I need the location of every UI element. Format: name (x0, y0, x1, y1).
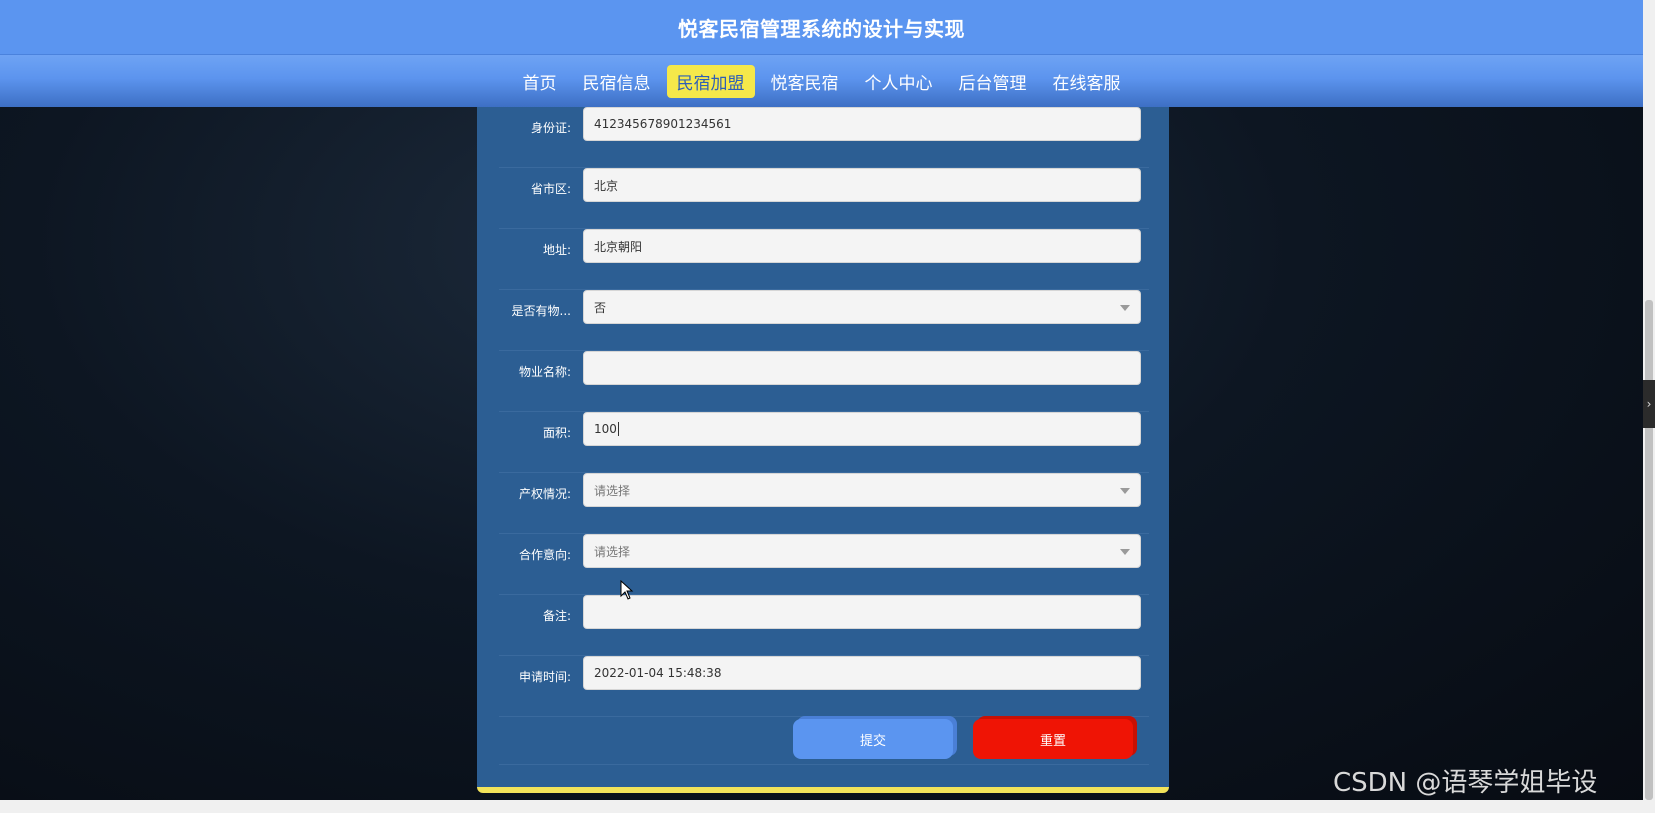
form-row-apply-time: 申请时间: 2022-01-04 15:48:38 (499, 656, 1149, 717)
nav-item-homestay-join[interactable]: 民宿加盟 (666, 64, 755, 98)
main-nav: 首页 民宿信息 民宿加盟 悦客民宿 个人中心 后台管理 在线客服 (0, 55, 1643, 107)
form-row-address: 地址: 北京朝阳 (499, 229, 1149, 290)
id-card-input[interactable]: 412345678901234561 (583, 107, 1141, 141)
area-input[interactable]: 100 (583, 412, 1141, 446)
apply-time-label: 申请时间: (518, 669, 571, 684)
address-input[interactable]: 北京朝阳 (583, 229, 1141, 263)
divider (499, 764, 1149, 765)
remarks-label: 备注: (542, 608, 571, 623)
mouse-pointer-icon (620, 580, 634, 600)
side-panel-toggle[interactable]: › (1643, 380, 1655, 428)
cooperation-intent-label: 合作意向: (518, 547, 571, 562)
area-value: 100 (594, 422, 617, 436)
site-header: 悦客民宿管理系统的设计与实现 (0, 0, 1643, 55)
form-row-id-card: 身份证: 412345678901234561 (499, 107, 1149, 168)
form-row-cooperation-intent: 合作意向: 请选择 (499, 534, 1149, 595)
has-property-label: 是否有物... (511, 303, 571, 318)
nav-item-online-service[interactable]: 在线客服 (1043, 65, 1131, 98)
text-cursor (617, 422, 619, 436)
cooperation-intent-placeholder: 请选择 (594, 544, 631, 559)
address-label: 地址: (542, 242, 571, 257)
property-name-label: 物业名称: (518, 364, 571, 379)
scrollbar-thumb[interactable] (1645, 300, 1653, 800)
has-property-select[interactable]: 否 (583, 290, 1141, 324)
nav-item-admin[interactable]: 后台管理 (949, 65, 1037, 98)
join-form-panel: 身份证: 412345678901234561 省市区: 北京 地址: 北京朝阳… (477, 107, 1169, 793)
nav-item-yueke-homestay[interactable]: 悦客民宿 (761, 65, 849, 98)
chevron-down-icon (1120, 488, 1130, 494)
horizontal-scrollbar[interactable] (0, 800, 1655, 813)
region-input[interactable]: 北京 (583, 168, 1141, 202)
nav-item-homestay-info[interactable]: 民宿信息 (573, 65, 661, 98)
form-row-has-property: 是否有物... 否 (499, 290, 1149, 351)
chevron-down-icon (1120, 549, 1130, 555)
form-row-property-name: 物业名称: (499, 351, 1149, 412)
nav-item-home[interactable]: 首页 (513, 65, 567, 98)
chevron-right-icon: › (1646, 397, 1652, 411)
apply-time-input[interactable]: 2022-01-04 15:48:38 (583, 656, 1141, 690)
submit-button[interactable]: 提交 (793, 719, 953, 759)
form-row-property-rights: 产权情况: 请选择 (499, 473, 1149, 534)
area-label: 面积: (542, 425, 571, 440)
has-property-value: 否 (594, 300, 607, 315)
form-row-region: 省市区: 北京 (499, 168, 1149, 229)
site-title: 悦客民宿管理系统的设计与实现 (678, 16, 965, 41)
property-rights-label: 产权情况: (518, 486, 571, 501)
watermark: CSDN @语琴学姐毕设 (1333, 768, 1598, 798)
form-row-remarks: 备注: (499, 595, 1149, 656)
cooperation-intent-select[interactable]: 请选择 (583, 534, 1141, 568)
form-row-area: 面积: 100 (499, 412, 1149, 473)
region-label: 省市区: (530, 181, 571, 196)
id-card-label: 身份证: (530, 120, 571, 135)
property-rights-placeholder: 请选择 (594, 483, 631, 498)
nav-item-personal-center[interactable]: 个人中心 (855, 65, 943, 98)
property-rights-select[interactable]: 请选择 (583, 473, 1141, 507)
remarks-input[interactable] (583, 595, 1141, 629)
property-name-input[interactable] (583, 351, 1141, 385)
reset-button[interactable]: 重置 (973, 719, 1133, 759)
chevron-down-icon (1120, 305, 1130, 311)
